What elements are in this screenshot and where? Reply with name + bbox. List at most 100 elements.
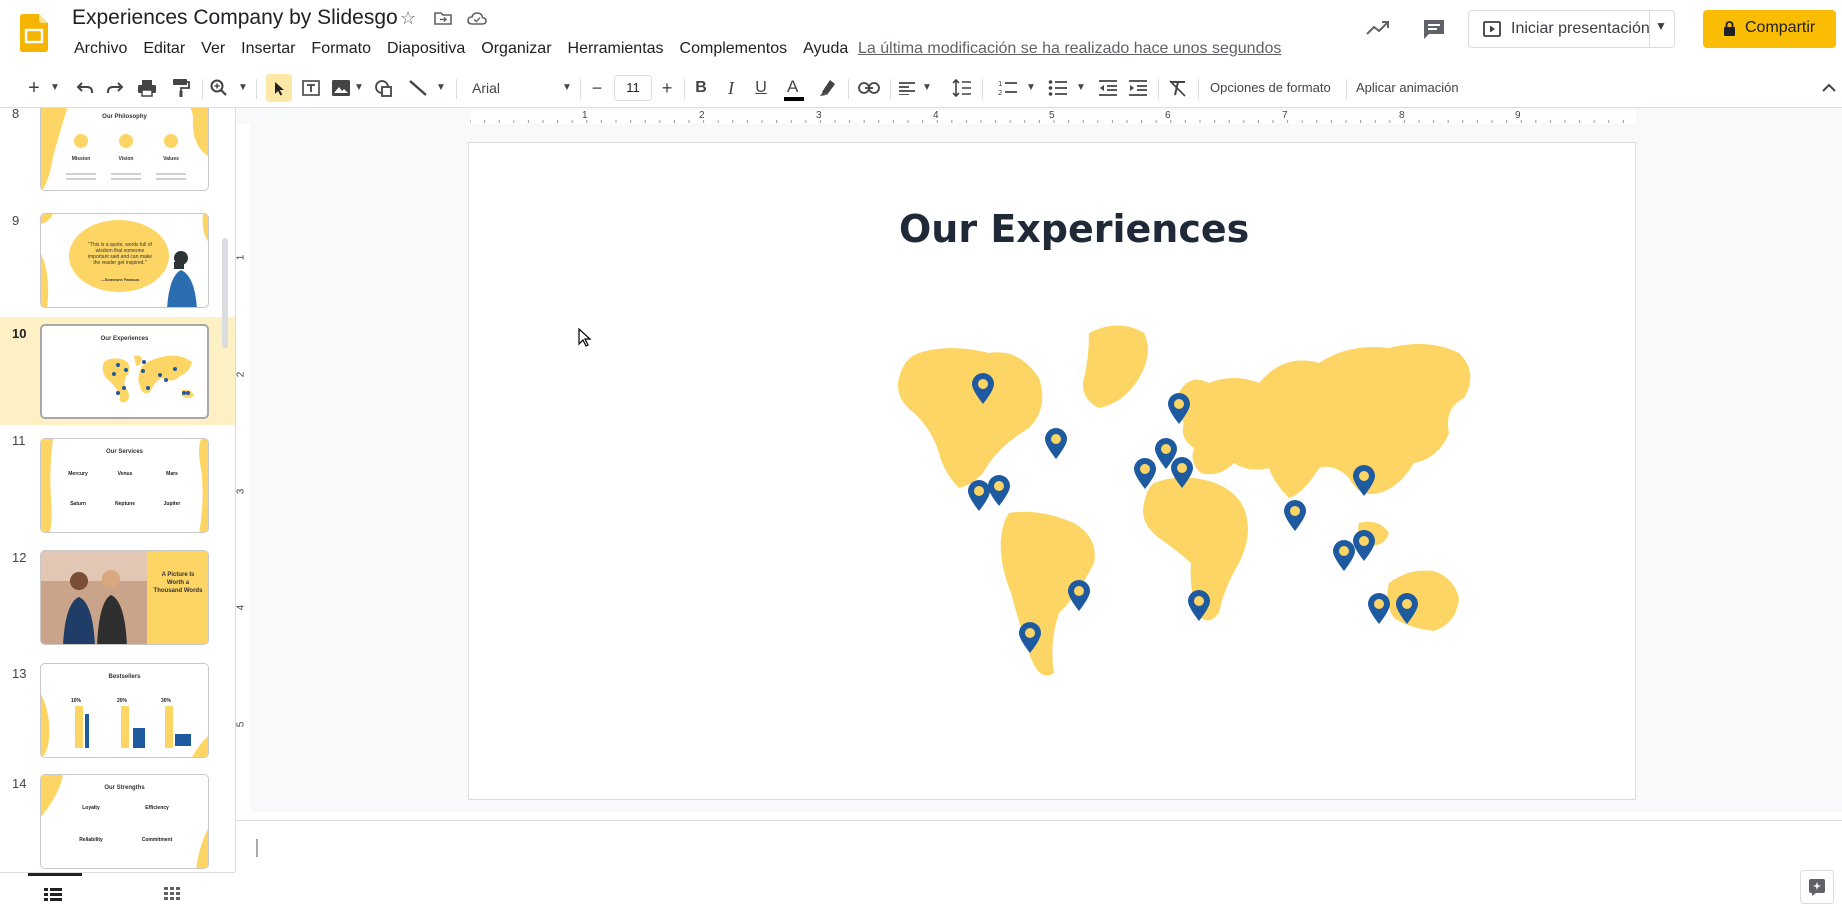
map-pin-center bbox=[1359, 536, 1369, 546]
menu-ayuda[interactable]: Ayuda bbox=[795, 38, 856, 60]
font-size-input[interactable]: 11 bbox=[614, 75, 652, 101]
slide-title[interactable]: Our Experiences bbox=[899, 207, 1249, 251]
slide-11-label: Mercury bbox=[68, 471, 88, 477]
underline-icon[interactable]: U bbox=[752, 77, 770, 99]
move-folder-icon[interactable] bbox=[434, 11, 452, 25]
present-options-chevron-icon[interactable]: ▼ bbox=[1655, 19, 1667, 33]
redo-icon[interactable] bbox=[106, 81, 124, 95]
vertical-ruler[interactable]: 1 2 3 4 5 bbox=[235, 124, 250, 814]
document-title[interactable]: Experiences Company by Slidesgo bbox=[72, 6, 398, 30]
new-slide-chevron-icon[interactable]: ▼ bbox=[50, 77, 60, 99]
menu-bar: Archivo Editar Ver Insertar Formato Diap… bbox=[66, 38, 856, 60]
menu-editar[interactable]: Editar bbox=[135, 38, 193, 60]
bold-icon[interactable]: B bbox=[692, 77, 710, 99]
speaker-notes[interactable] bbox=[236, 820, 1842, 913]
world-map[interactable] bbox=[889, 323, 1529, 723]
line-chevron-icon[interactable]: ▼ bbox=[436, 77, 446, 99]
align-icon[interactable] bbox=[898, 81, 916, 95]
ruler-mark: 5 bbox=[1049, 110, 1055, 121]
slide-11-label: Neptune bbox=[115, 501, 135, 507]
font-size-increase-icon[interactable]: + bbox=[658, 77, 676, 99]
paint-format-icon[interactable] bbox=[172, 78, 190, 98]
numbered-list-icon[interactable]: 12 bbox=[998, 79, 1018, 97]
explore-button[interactable] bbox=[1800, 870, 1834, 904]
slide-9-author: —Someone Famous bbox=[100, 277, 140, 282]
menu-organizar[interactable]: Organizar bbox=[473, 38, 559, 60]
slides-logo-icon[interactable] bbox=[20, 14, 48, 52]
slide-14-label: Commitment bbox=[141, 837, 173, 843]
activity-trend-icon[interactable] bbox=[1366, 20, 1390, 36]
cloud-saved-icon[interactable] bbox=[467, 11, 487, 25]
zoom-icon[interactable] bbox=[210, 79, 228, 97]
bulleted-list-icon[interactable] bbox=[1048, 79, 1068, 97]
menu-complementos[interactable]: Complementos bbox=[672, 38, 796, 60]
last-modified-link[interactable]: La última modificación se ha realizado h… bbox=[858, 38, 1281, 60]
shape-icon[interactable] bbox=[374, 79, 394, 97]
line-icon[interactable] bbox=[408, 79, 428, 97]
highlight-icon[interactable] bbox=[818, 78, 838, 98]
menu-insertar[interactable]: Insertar bbox=[233, 38, 303, 60]
slide-11-label: Jupiter bbox=[163, 501, 181, 507]
insert-image-icon[interactable] bbox=[331, 79, 351, 97]
menu-formato[interactable]: Formato bbox=[303, 38, 379, 60]
filmstrip-view-icon[interactable] bbox=[44, 887, 62, 901]
line-spacing-icon[interactable] bbox=[952, 79, 972, 97]
slide-number: 13 bbox=[12, 666, 27, 681]
increase-indent-icon[interactable] bbox=[1128, 79, 1148, 97]
decrease-indent-icon[interactable] bbox=[1098, 79, 1118, 97]
star-icon[interactable]: ☆ bbox=[400, 8, 416, 29]
start-presentation-button[interactable]: Iniciar presentación ▼ bbox=[1468, 10, 1675, 48]
slide-14-label: Reliability bbox=[79, 837, 103, 843]
horizontal-ruler[interactable]: 1 2 3 4 5 6 7 8 9 bbox=[470, 110, 1636, 124]
map-pin-center bbox=[1194, 596, 1204, 606]
slide-13-label: 20% bbox=[117, 698, 128, 704]
map-pin-center bbox=[1174, 399, 1184, 409]
slide-8-label: Mission bbox=[71, 156, 91, 162]
current-slide[interactable]: Our Experiences bbox=[468, 142, 1636, 800]
menu-diapositiva[interactable]: Diapositiva bbox=[379, 38, 473, 60]
image-chevron-icon[interactable]: ▼ bbox=[354, 77, 364, 99]
slide-11-title: Our Services bbox=[105, 449, 144, 455]
apply-animation-button[interactable]: Aplicar animación bbox=[1356, 77, 1476, 99]
map-pin-center bbox=[1374, 599, 1384, 609]
ruler-mark: 1 bbox=[235, 254, 247, 261]
new-slide-plus-icon[interactable]: + bbox=[26, 77, 42, 99]
format-options-button[interactable]: Opciones de formato bbox=[1210, 77, 1346, 99]
numbered-list-chevron-icon[interactable]: ▼ bbox=[1026, 77, 1036, 99]
slide-thumbnail-11[interactable]: Our Services Mercury Venus Mars Saturn N… bbox=[40, 438, 209, 533]
text-box-icon[interactable] bbox=[301, 79, 321, 97]
filmstrip-scrollbar[interactable] bbox=[222, 238, 228, 348]
font-chevron-icon[interactable]: ▼ bbox=[562, 77, 572, 99]
share-label: Compartir bbox=[1745, 19, 1816, 36]
undo-icon[interactable] bbox=[76, 81, 94, 95]
active-view-indicator bbox=[28, 873, 82, 876]
text-color-icon[interactable]: A bbox=[782, 77, 806, 101]
print-icon[interactable] bbox=[137, 79, 157, 97]
clear-formatting-icon[interactable] bbox=[1168, 79, 1188, 97]
slide-thumbnail-9[interactable]: "This is a quote, words full of wisdom t… bbox=[40, 213, 209, 308]
link-icon[interactable] bbox=[858, 81, 880, 95]
comments-icon[interactable] bbox=[1422, 18, 1446, 40]
slide-thumbnail-14[interactable]: Our Strengths Loyalty Efficiency Reliabi… bbox=[40, 774, 209, 869]
zoom-chevron-icon[interactable]: ▼ bbox=[238, 77, 248, 99]
font-family-select[interactable]: Arial bbox=[472, 77, 562, 99]
slide-11-label: Mars bbox=[166, 471, 178, 477]
font-size-decrease-icon[interactable]: − bbox=[588, 77, 606, 99]
align-chevron-icon[interactable]: ▼ bbox=[922, 77, 932, 99]
slide-thumbnail-10[interactable]: Our Experiences bbox=[40, 324, 209, 419]
menu-archivo[interactable]: Archivo bbox=[66, 38, 135, 60]
slide-thumbnail-12[interactable]: A Picture Is Worth a Thousand Words bbox=[40, 550, 209, 645]
bulleted-list-chevron-icon[interactable]: ▼ bbox=[1076, 77, 1086, 99]
slide-thumbnail-8[interactable]: Our Philosophy Mission Vision Values bbox=[40, 108, 209, 191]
select-tool-button[interactable] bbox=[266, 74, 292, 102]
menu-herramientas[interactable]: Herramientas bbox=[560, 38, 672, 60]
ruler-mark: 4 bbox=[933, 110, 939, 121]
slide-thumbnail-13[interactable]: Bestsellers 10% 20% 30% bbox=[40, 663, 209, 758]
share-button[interactable]: Compartir bbox=[1703, 10, 1836, 48]
slide-13-label: 30% bbox=[161, 698, 172, 704]
grid-view-icon[interactable] bbox=[164, 887, 180, 901]
italic-icon[interactable]: I bbox=[722, 77, 740, 99]
toolbar-divider bbox=[684, 79, 685, 99]
collapse-toolbar-chevron-icon[interactable] bbox=[1822, 83, 1836, 93]
menu-ver[interactable]: Ver bbox=[193, 38, 233, 60]
